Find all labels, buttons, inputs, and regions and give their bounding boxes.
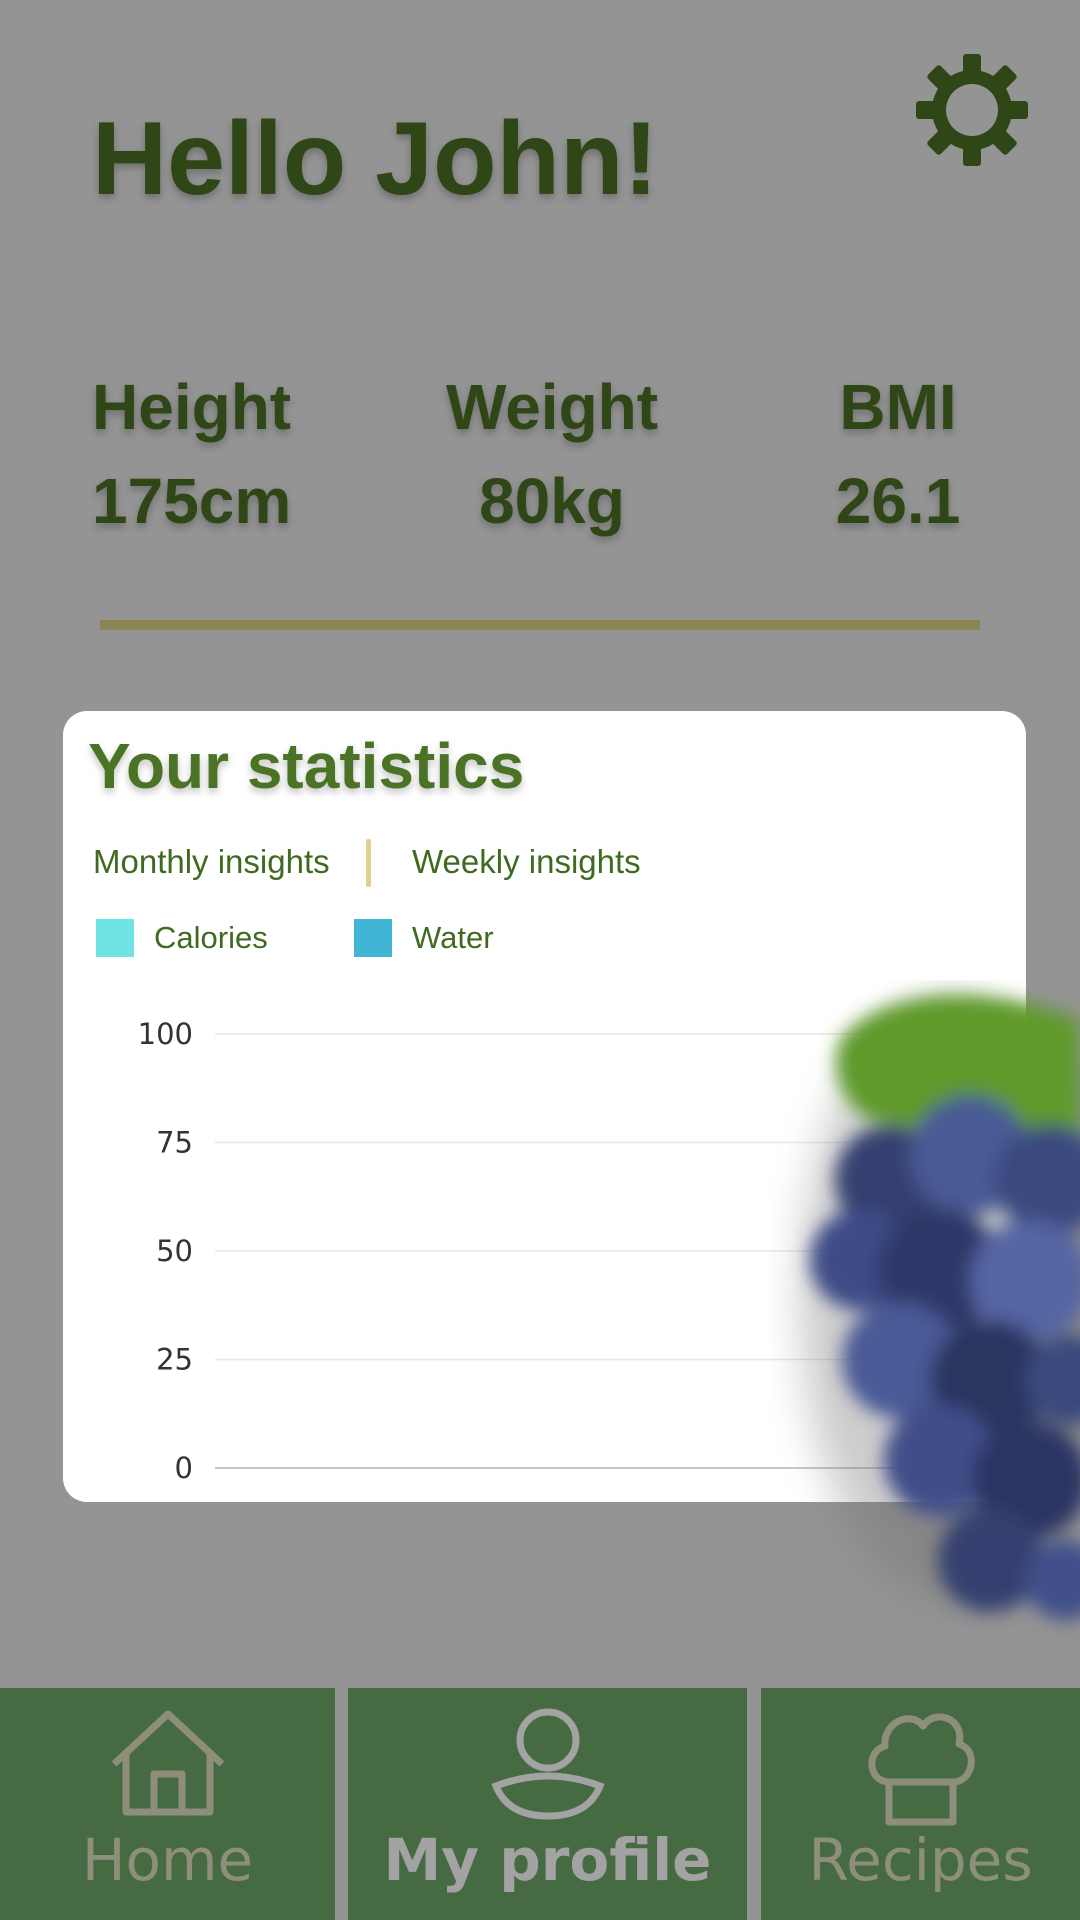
nav-my-profile[interactable]: My profile — [348, 1688, 747, 1920]
greeting-title: Hello John! — [92, 101, 659, 217]
y-tick-label: 100 — [138, 1017, 193, 1051]
y-tick-label: 0 — [175, 1451, 193, 1485]
divider — [100, 620, 980, 630]
nav-recipes[interactable]: Recipes — [761, 1688, 1080, 1920]
weight-metric: Weight 80kg — [440, 360, 664, 548]
height-metric: Height 175cm — [92, 360, 291, 548]
nav-home-label: Home — [81, 1826, 254, 1894]
bmi-value: 26.1 — [835, 465, 961, 537]
bmi-metric: BMI 26.1 — [828, 360, 968, 548]
chef-hat-icon — [868, 1713, 975, 1826]
y-tick-label: 75 — [156, 1126, 193, 1160]
y-tick-label: 50 — [156, 1234, 193, 1268]
statistics-card: Your statistics Monthly insights Weekly … — [63, 711, 1026, 1502]
nav-home[interactable]: Home — [0, 1688, 335, 1920]
height-label: Height — [92, 371, 292, 443]
y-tick-label: 25 — [156, 1343, 193, 1377]
height-value: 175cm — [92, 465, 292, 537]
nav-recipes-label: Recipes — [808, 1826, 1033, 1894]
bottom-nav: Home My profile Recipes — [0, 1688, 1080, 1920]
user-icon — [491, 1708, 605, 1820]
gear-icon[interactable] — [912, 50, 1032, 170]
bmi-label: BMI — [839, 371, 957, 443]
home-icon — [111, 1710, 225, 1816]
statistics-chart: 100 75 50 25 0 — [138, 1017, 923, 1485]
weight-label: Weight — [445, 371, 659, 443]
weight-value: 80kg — [479, 465, 625, 537]
nav-my-profile-label: My profile — [383, 1826, 712, 1894]
